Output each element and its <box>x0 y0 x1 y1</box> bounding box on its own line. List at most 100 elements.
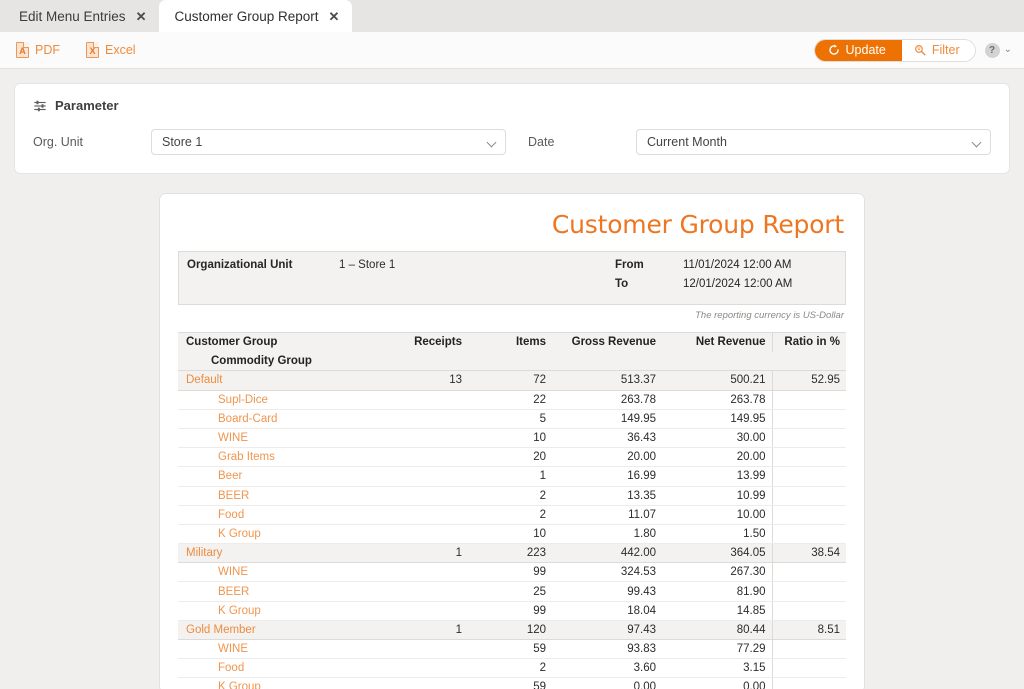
row-name[interactable]: K Group <box>178 677 384 689</box>
row-gross-revenue: 513.37 <box>552 370 662 391</box>
export-excel-button[interactable]: X Excel <box>86 42 136 58</box>
date-select[interactable]: Current Month <box>636 129 991 155</box>
row-net-revenue: 13.99 <box>662 466 772 487</box>
org-unit-select[interactable]: Store 1 <box>151 129 506 155</box>
row-name[interactable]: Supl-Dice <box>178 390 384 410</box>
row-ratio <box>771 581 846 602</box>
row-receipts: 13 <box>384 370 468 391</box>
row-ratio <box>771 447 846 468</box>
column-commodity-group: Commodity Group <box>178 351 846 372</box>
from-meta-key: From <box>615 259 644 271</box>
row-name[interactable]: K Group <box>178 601 384 621</box>
report-meta-right: From 11/01/2024 12:00 AM To 12/01/2024 1… <box>615 252 845 304</box>
row-items: 1 <box>468 466 552 487</box>
row-net-revenue: 149.95 <box>662 409 772 429</box>
row-items: 59 <box>468 677 552 689</box>
table-detail-row: K Group 99 18.04 14.85 <box>178 601 846 621</box>
row-net-revenue: 1.50 <box>662 524 772 545</box>
row-ratio <box>771 601 846 621</box>
row-name[interactable]: WINE <box>178 562 384 583</box>
row-items: 120 <box>468 619 552 641</box>
row-receipts <box>384 581 468 602</box>
row-name[interactable]: Gold Member <box>178 619 384 641</box>
help-menu[interactable]: ? ⌄ <box>984 42 1012 58</box>
filter-label: Filter <box>931 43 960 57</box>
table-detail-row: K Group 10 1.80 1.50 <box>178 524 846 545</box>
row-ratio <box>771 505 846 525</box>
row-items: 5 <box>468 409 552 429</box>
update-button[interactable]: Update <box>814 39 902 61</box>
export-pdf-button[interactable]: A PDF <box>16 42 60 58</box>
row-items: 25 <box>468 581 552 602</box>
action-button-group: Update Filter <box>813 38 976 62</box>
row-ratio <box>771 466 846 487</box>
row-gross-revenue: 263.78 <box>552 390 662 410</box>
row-name[interactable]: BEER <box>178 581 384 602</box>
close-icon[interactable]: ✕ <box>136 10 147 23</box>
to-meta-value: 12/01/2024 12:00 AM <box>683 278 793 290</box>
row-items: 99 <box>468 601 552 621</box>
column-net-revenue: Net Revenue <box>662 331 772 352</box>
org-unit-label: Org. Unit <box>33 135 84 149</box>
row-name[interactable]: BEER <box>178 486 384 506</box>
export-excel-label: Excel <box>105 43 136 57</box>
row-ratio <box>771 562 846 583</box>
row-name[interactable]: Military <box>178 543 384 564</box>
table-detail-row: Grab Items 20 20.00 20.00 <box>178 447 846 468</box>
parameter-panel: Parameter Org. Unit Store 1 Date Current… <box>14 83 1010 174</box>
column-gross-revenue: Gross Revenue <box>552 331 662 352</box>
row-receipts <box>384 466 468 487</box>
report-meta-left: Organizational Unit 1 – Store 1 <box>179 252 615 304</box>
row-name[interactable]: Beer <box>178 466 384 487</box>
table-detail-row: Supl-Dice 22 263.78 263.78 <box>178 390 846 410</box>
row-name[interactable]: Food <box>178 505 384 525</box>
parameter-header: Parameter <box>33 98 991 113</box>
export-buttons: A PDF X Excel <box>16 42 136 58</box>
excel-file-icon-glyph: X <box>89 46 96 56</box>
table-detail-row: Food 2 11.07 10.00 <box>178 505 846 525</box>
row-gross-revenue: 36.43 <box>552 428 662 449</box>
to-meta-row: To 12/01/2024 12:00 AM <box>615 278 835 297</box>
tab-customer-group-report[interactable]: Customer Group Report ✕ <box>159 0 353 32</box>
row-name[interactable]: Default <box>178 370 384 391</box>
row-net-revenue: 81.90 <box>662 581 772 602</box>
row-items: 223 <box>468 543 552 564</box>
row-items: 10 <box>468 524 552 545</box>
filter-button[interactable]: Filter <box>901 39 975 61</box>
table-detail-row: Board-Card 5 149.95 149.95 <box>178 409 846 429</box>
row-receipts <box>384 562 468 583</box>
row-receipts <box>384 658 468 679</box>
row-net-revenue: 10.99 <box>662 486 772 506</box>
row-name[interactable]: WINE <box>178 639 384 660</box>
table-detail-row: K Group 59 0.00 0.00 <box>178 677 846 689</box>
row-ratio <box>771 658 846 679</box>
close-icon[interactable]: ✕ <box>329 10 340 23</box>
from-meta-value: 11/01/2024 12:00 AM <box>683 259 792 271</box>
row-ratio <box>771 390 846 410</box>
row-receipts <box>384 486 468 506</box>
row-gross-revenue: 13.35 <box>552 486 662 506</box>
table-detail-row: Food 2 3.60 3.15 <box>178 658 846 679</box>
row-net-revenue: 0.00 <box>662 677 772 689</box>
row-items: 2 <box>468 658 552 679</box>
row-ratio <box>771 409 846 429</box>
row-name[interactable]: Food <box>178 658 384 679</box>
row-name[interactable]: WINE <box>178 428 384 449</box>
tab-label: Customer Group Report <box>174 8 319 24</box>
row-ratio <box>771 524 846 545</box>
row-gross-revenue: 324.53 <box>552 562 662 583</box>
org-unit-meta-value: 1 – Store 1 <box>339 259 396 271</box>
row-items: 20 <box>468 447 552 468</box>
row-name[interactable]: Grab Items <box>178 447 384 468</box>
row-name[interactable]: Board-Card <box>178 409 384 429</box>
row-ratio: 8.51 <box>771 619 846 641</box>
tab-edit-menu-entries[interactable]: Edit Menu Entries ✕ <box>4 0 159 32</box>
row-gross-revenue: 20.00 <box>552 447 662 468</box>
row-name[interactable]: K Group <box>178 524 384 545</box>
table-detail-row: WINE 59 93.83 77.29 <box>178 639 846 660</box>
report-card: Customer Group Report Organizational Uni… <box>159 193 865 689</box>
column-items: Items <box>468 331 552 352</box>
currency-note: The reporting currency is US-Dollar <box>695 310 844 321</box>
row-net-revenue: 10.00 <box>662 505 772 525</box>
export-pdf-label: PDF <box>35 43 60 57</box>
